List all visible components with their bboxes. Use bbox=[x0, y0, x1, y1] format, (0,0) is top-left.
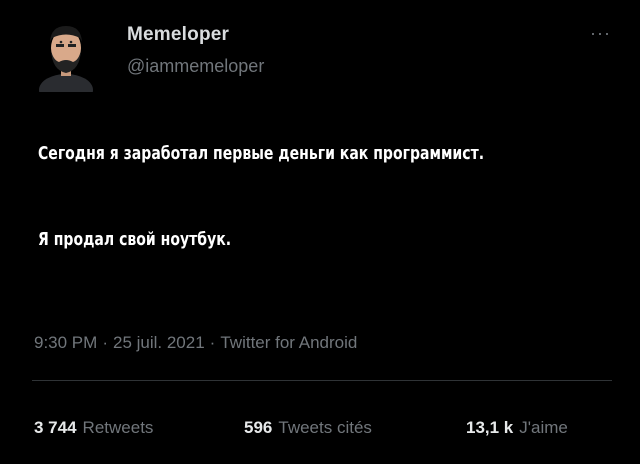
likes-label: J'aime bbox=[519, 418, 568, 437]
quote-tweets-label: Tweets cités bbox=[278, 418, 372, 437]
quote-tweets-stat[interactable]: 596 Tweets cités bbox=[244, 418, 372, 438]
tweet-metadata: 9:30 PM · 25 juil. 2021 · Twitter for Androi… bbox=[34, 333, 357, 353]
likes-count: 13,1 k bbox=[466, 418, 514, 437]
avatar[interactable] bbox=[35, 18, 97, 106]
tweet-text-line: Сегодня я заработал первые деньги как пр… bbox=[38, 143, 485, 164]
author-handle[interactable]: @iammemeloper bbox=[127, 56, 264, 77]
tweet-date[interactable]: 25 juil. 2021 bbox=[113, 333, 205, 352]
meta-separator: · bbox=[209, 333, 216, 352]
divider bbox=[32, 380, 612, 381]
quote-tweets-count: 596 bbox=[244, 418, 273, 437]
tweet-card: Memeloper @iammemeloper ··· Сегодня я за… bbox=[0, 0, 640, 464]
likes-stat[interactable]: 13,1 k J'aime bbox=[466, 418, 568, 438]
tweet-text-line: Я продал свой ноутбук. bbox=[38, 229, 232, 250]
more-horizontal-icon[interactable]: ··· bbox=[590, 23, 611, 44]
retweets-stat[interactable]: 3 744 Retweets bbox=[34, 418, 153, 438]
meta-separator: · bbox=[102, 333, 108, 352]
retweets-count: 3 744 bbox=[34, 418, 77, 437]
retweets-label: Retweets bbox=[82, 418, 154, 437]
tweet-source[interactable]: Twitter for Android bbox=[220, 333, 357, 352]
author-name[interactable]: Memeloper bbox=[127, 24, 229, 46]
tweet-time[interactable]: 9:30 PM bbox=[34, 333, 97, 352]
